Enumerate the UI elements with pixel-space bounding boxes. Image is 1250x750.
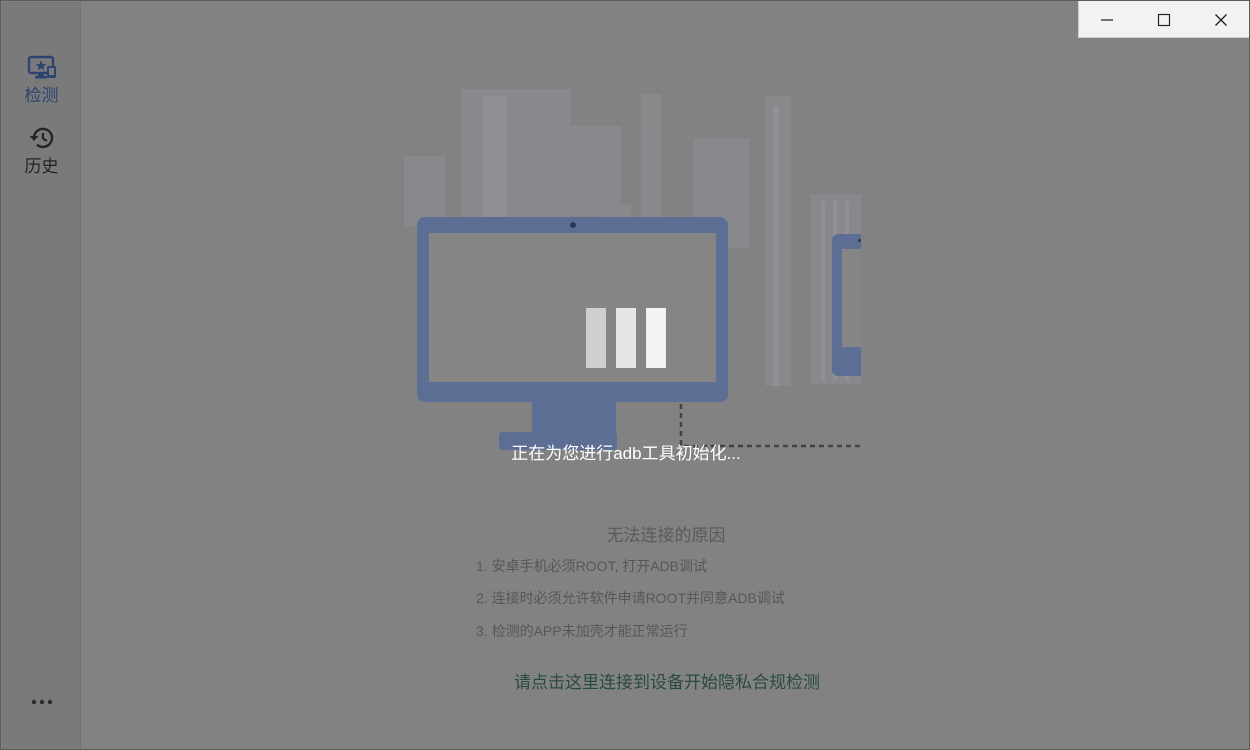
loading-status-text: 正在为您进行adb工具初始化...	[511, 444, 741, 463]
close-button[interactable]	[1192, 1, 1249, 38]
reason-item: 3. 检测的APP未加壳才能正常运行	[476, 623, 688, 639]
minimize-button[interactable]	[1079, 1, 1136, 38]
more-button[interactable]	[2, 690, 81, 714]
minimize-icon	[1101, 18, 1114, 21]
maximize-button[interactable]	[1136, 1, 1193, 38]
device-connection-illustration	[404, 89, 861, 450]
window-controls	[1078, 1, 1249, 38]
monitor-star-icon	[27, 55, 56, 79]
sidebar-item-history[interactable]: 历史	[2, 125, 81, 177]
reason-item: 2. 连接时必须允许软件申请ROOT并同意ADB调试	[476, 590, 785, 606]
sidebar-item-detect[interactable]: 检测	[2, 54, 81, 106]
close-icon	[1214, 13, 1227, 26]
maximize-icon	[1157, 13, 1171, 26]
sidebar-item-label: 历史	[24, 157, 59, 176]
sidebar-item-label: 检测	[24, 86, 59, 105]
history-icon	[29, 127, 53, 149]
reasons-heading: 无法连接的原因	[606, 526, 726, 545]
reason-item: 1. 安卓手机必须ROOT, 打开ADB调试	[476, 558, 708, 574]
more-dots-icon	[31, 699, 52, 705]
app-window: 检测 历史 正在为您进行adb工具初始化... 无法连接的原因 1. 安卓手机必…	[0, 0, 1250, 750]
connect-device-link[interactable]: 请点击这里连接到设备开始隐私合规检测	[1, 668, 1250, 693]
sidebar: 检测 历史	[2, 2, 81, 749]
